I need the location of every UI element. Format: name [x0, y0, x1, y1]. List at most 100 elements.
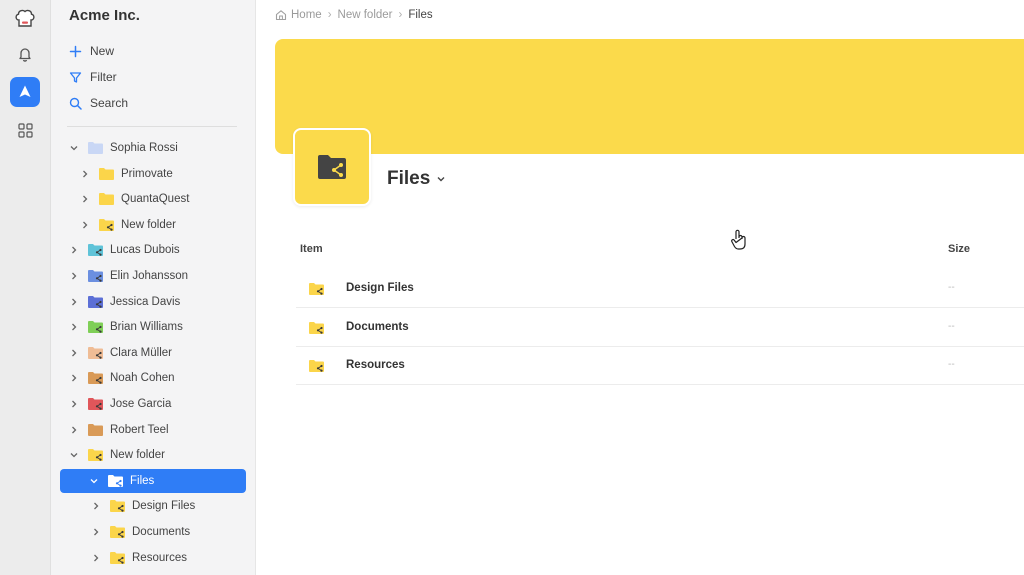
folder-icon: [99, 167, 114, 180]
chevron-right-icon[interactable]: [80, 194, 90, 204]
search-button[interactable]: Search: [69, 92, 128, 114]
table-row[interactable]: Resources --: [296, 347, 1024, 385]
chevron-down-icon[interactable]: [69, 143, 79, 153]
tree-item-label: Sophia Rossi: [110, 142, 178, 154]
tree-item-label: New folder: [121, 218, 176, 231]
page-title[interactable]: Files: [387, 168, 446, 190]
tree-item-label: Brian Williams: [110, 321, 183, 334]
filter-button[interactable]: Filter: [69, 66, 117, 88]
shared-folder-icon: [309, 283, 324, 295]
shared-folder-icon: [309, 360, 324, 372]
shared-folder-icon: [88, 372, 103, 385]
shared-folder-icon: [99, 218, 114, 231]
tree-item-label: Elin Johansson: [110, 270, 188, 282]
new-label: New: [90, 44, 115, 58]
shared-folder-icon: [110, 500, 125, 513]
apps-grid-icon[interactable]: [10, 115, 40, 145]
tree-item-label: Files: [130, 474, 155, 487]
breadcrumb-home[interactable]: Home: [291, 9, 322, 21]
breadcrumb: Home › New folder › Files: [275, 9, 433, 21]
tree-item[interactable]: Elin Johansson: [51, 264, 188, 288]
tree-item[interactable]: Lucas Dubois: [51, 238, 180, 262]
tree-item[interactable]: Resources: [51, 546, 187, 570]
search-label: Search: [90, 96, 129, 110]
chevron-right-icon[interactable]: [69, 245, 79, 255]
tree-item[interactable]: Noah Cohen: [51, 366, 175, 390]
app-rail: [0, 0, 51, 575]
chevron-right-icon[interactable]: [91, 527, 101, 537]
tree-item-label: Primovate: [121, 167, 173, 180]
row-size: --: [948, 320, 955, 332]
chevron-right-icon[interactable]: [80, 220, 90, 230]
shared-folder-icon: [88, 449, 103, 462]
tree-item[interactable]: Robert Teel: [51, 418, 169, 442]
tree-item-label: Design Files: [132, 500, 196, 513]
chevron-right-icon[interactable]: [80, 169, 90, 179]
cover-banner: [275, 39, 1024, 154]
sidebar-divider: [67, 126, 237, 127]
shared-folder-icon: [309, 321, 324, 334]
shared-folder-icon: [108, 474, 123, 487]
breadcrumb-current: Files: [408, 9, 433, 21]
table-row[interactable]: Design Files --: [296, 270, 1024, 308]
new-button[interactable]: New: [69, 40, 114, 62]
tree-item[interactable]: Documents: [51, 520, 190, 544]
chevron-right-icon[interactable]: [69, 297, 79, 307]
filter-icon: [69, 71, 82, 83]
chevron-right-icon[interactable]: [69, 322, 79, 332]
chef-hat-logo-icon[interactable]: [10, 3, 40, 33]
tree-item[interactable]: Clara Müller: [51, 341, 172, 365]
row-size: --: [948, 282, 955, 293]
tree-item-label: Clara Müller: [110, 346, 172, 359]
plus-icon: [69, 45, 82, 57]
chevron-right-icon[interactable]: [91, 553, 101, 563]
tree-item[interactable]: New folder: [51, 443, 165, 467]
table-row[interactable]: Documents --: [296, 309, 1024, 347]
chevron-right-icon[interactable]: [69, 425, 79, 435]
chevron-down-icon[interactable]: [89, 476, 99, 486]
tree-item[interactable]: QuantaQuest: [51, 187, 189, 211]
tree-item-label: Jessica Davis: [110, 295, 181, 308]
tree-item-label: QuantaQuest: [121, 193, 190, 206]
shared-folder-icon: [88, 398, 103, 410]
shared-folder-icon: [88, 295, 103, 308]
chevron-down-icon: [437, 177, 445, 182]
tree-item[interactable]: New folder: [51, 213, 176, 237]
chevron-right-icon[interactable]: [69, 399, 79, 409]
breadcrumb-new-folder[interactable]: New folder: [338, 9, 393, 21]
column-header-size[interactable]: Size: [948, 243, 970, 255]
tree-item[interactable]: Jessica Davis: [51, 290, 180, 314]
column-header-item[interactable]: Item: [300, 243, 323, 255]
home-icon: [275, 10, 287, 21]
tree-item[interactable]: Brian Williams: [51, 315, 183, 339]
hand-cursor-icon: [731, 229, 746, 250]
tree-item-label: New folder: [110, 449, 165, 462]
shared-folder-icon: [88, 346, 103, 359]
chevron-right-icon[interactable]: [69, 271, 79, 281]
tree-item[interactable]: Files: [60, 468, 246, 493]
tree-item[interactable]: Sophia Rossi: [51, 136, 178, 160]
row-name: Documents: [346, 320, 409, 333]
org-name: Acme Inc.: [69, 7, 140, 24]
chevron-right-icon[interactable]: [91, 501, 101, 511]
tree-item[interactable]: Jose Garcia: [51, 392, 171, 416]
shared-folder-icon: [318, 155, 346, 179]
shared-folder-icon: [88, 270, 103, 282]
chevron-right-icon[interactable]: [69, 348, 79, 358]
row-name: Design Files: [346, 282, 414, 294]
chevron-down-icon[interactable]: [69, 450, 79, 460]
tree-item-label: Jose Garcia: [110, 398, 172, 410]
sidebar: Acme Inc. New Filter Search Sophia Rossi…: [51, 0, 256, 575]
rocket-icon[interactable]: [10, 77, 40, 107]
bell-icon[interactable]: [10, 39, 40, 69]
folder-icon: [88, 142, 103, 154]
tree-item[interactable]: Design Files: [51, 494, 195, 518]
tree-item-label: Resources: [132, 551, 187, 564]
filter-label: Filter: [90, 70, 117, 84]
chevron-right-icon[interactable]: [69, 373, 79, 383]
chevron-right-icon: ›: [327, 9, 332, 21]
tree-item[interactable]: Primovate: [51, 162, 173, 186]
main-content: Home › New folder › Files Files Item Siz…: [256, 0, 1024, 575]
tree-item-label: Robert Teel: [110, 423, 169, 436]
search-icon: [69, 97, 82, 110]
